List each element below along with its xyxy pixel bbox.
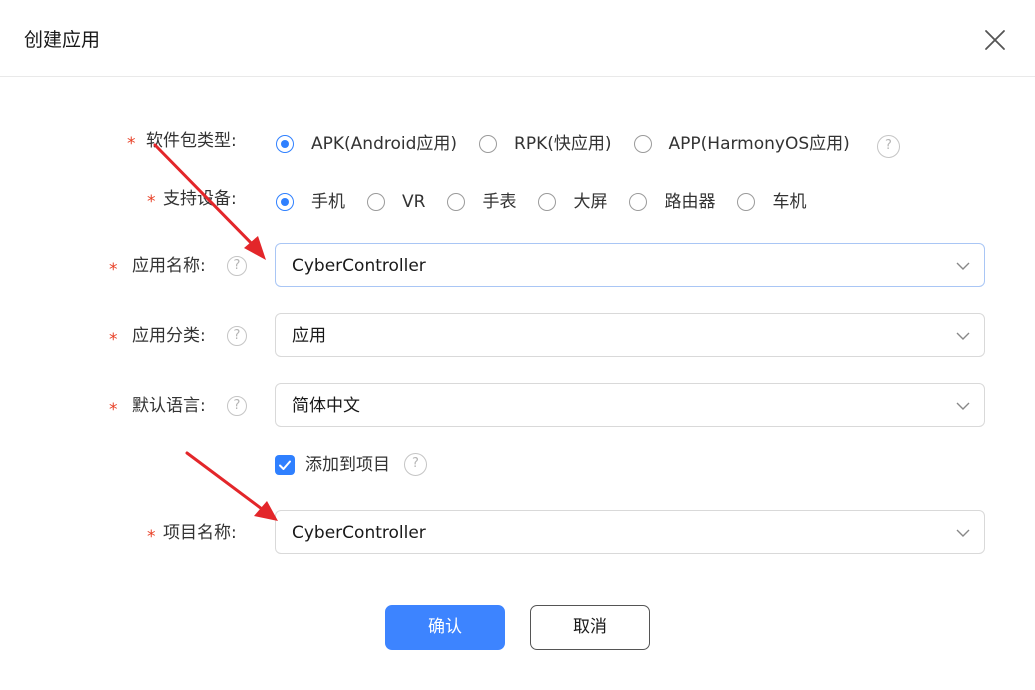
chevron-down-icon [956, 332, 970, 340]
radio-unchecked-icon [737, 193, 756, 211]
help-icon[interactable]: ? [877, 135, 900, 158]
default-language-label: 默认语言: [132, 396, 206, 416]
app-name-select[interactable]: CyberController [275, 243, 985, 287]
project-name-value: CyberController [292, 523, 426, 543]
radio-unchecked-icon [633, 135, 652, 153]
add-to-project-checkbox[interactable]: 添加到项目 [275, 453, 390, 477]
radio-device-car[interactable]: 车机 [737, 190, 806, 214]
radio-checked-icon [276, 135, 294, 153]
radio-apk[interactable]: APK(Android应用) [276, 132, 457, 156]
default-language-value: 简体中文 [292, 396, 360, 416]
radio-device-router[interactable]: 路由器 [629, 190, 715, 214]
chevron-down-icon [956, 529, 970, 537]
help-icon[interactable]: ? [227, 256, 247, 276]
app-name-value: CyberController [292, 256, 426, 276]
radio-unchecked-icon [629, 193, 648, 211]
project-name-select[interactable]: CyberController [275, 510, 985, 554]
default-language-select[interactable]: 简体中文 [275, 383, 985, 427]
radio-checked-icon [276, 193, 294, 211]
dialog-title: 创建应用 [24, 29, 101, 51]
radio-device-watch[interactable]: 手表 [447, 190, 516, 214]
annotation-arrow-icon [185, 451, 278, 521]
radio-unchecked-icon [538, 193, 557, 211]
devices-label: 支持设备: [163, 189, 237, 209]
help-icon[interactable]: ? [227, 326, 247, 346]
create-app-dialog: 创建应用 * 软件包类型: APK(Android应用) RPK(快应用) AP… [0, 0, 1035, 690]
app-category-label: 应用分类: [132, 326, 206, 346]
radio-unchecked-icon [479, 135, 498, 153]
required-mark: * [109, 330, 118, 350]
close-icon[interactable] [983, 28, 1007, 52]
required-mark: * [147, 192, 156, 212]
required-mark: * [147, 527, 156, 547]
cancel-button[interactable]: 取消 [530, 605, 650, 650]
chevron-down-icon [956, 262, 970, 270]
app-category-select[interactable]: 应用 [275, 313, 985, 357]
checkbox-checked-icon [275, 455, 295, 475]
help-icon[interactable]: ? [404, 453, 427, 476]
package-type-label: 软件包类型: [146, 131, 237, 151]
dialog-header: 创建应用 [0, 0, 1035, 77]
required-mark: * [127, 134, 136, 154]
radio-unchecked-icon [367, 193, 385, 211]
confirm-button[interactable]: 确认 [385, 605, 505, 650]
radio-rpk[interactable]: RPK(快应用) [479, 132, 612, 156]
radio-app-harmonyos[interactable]: APP(HarmonyOS应用) [633, 132, 850, 156]
radio-device-vr[interactable]: VR [367, 190, 425, 214]
package-type-radio-group: APK(Android应用) RPK(快应用) APP(HarmonyOS应用) [276, 132, 866, 156]
radio-device-large-screen[interactable]: 大屏 [538, 190, 607, 214]
radio-device-phone[interactable]: 手机 [276, 190, 345, 214]
app-name-label: 应用名称: [132, 256, 206, 276]
required-mark: * [109, 400, 118, 420]
project-name-label: 项目名称: [163, 523, 237, 543]
radio-unchecked-icon [447, 193, 466, 211]
help-icon[interactable]: ? [227, 396, 247, 416]
app-category-value: 应用 [292, 326, 326, 346]
required-mark: * [109, 260, 118, 280]
add-to-project-label: 添加到项目 [305, 455, 390, 475]
devices-radio-group: 手机 VR 手表 大屏 路由器 车机 [276, 190, 828, 214]
chevron-down-icon [956, 402, 970, 410]
